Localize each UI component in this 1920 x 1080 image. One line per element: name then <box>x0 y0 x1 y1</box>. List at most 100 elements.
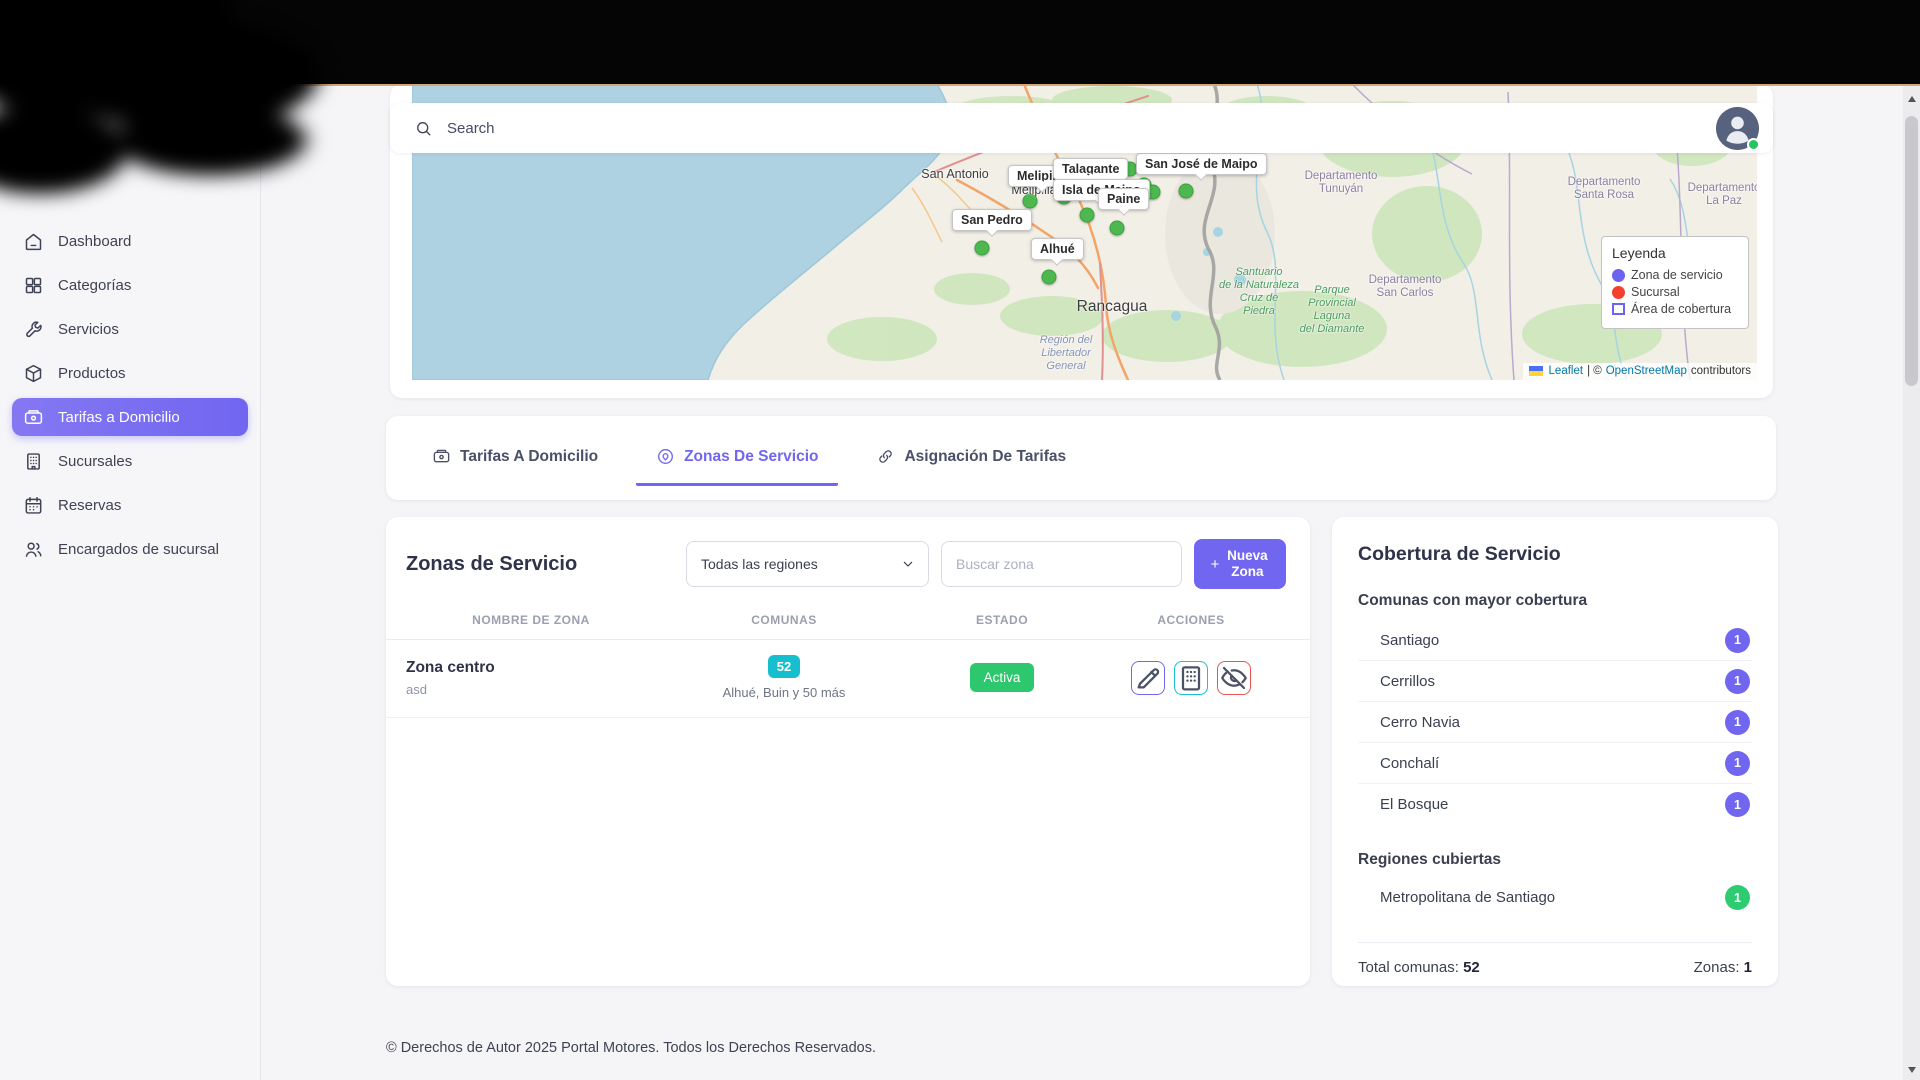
sidebar-item[interactable]: Servicios <box>0 307 260 351</box>
table-header: ACCIONES <box>1157 613 1225 627</box>
osm-link[interactable]: OpenStreetMap <box>1606 365 1687 377</box>
zone-name: Zona centro <box>406 658 495 676</box>
legend-item: Zona de servicio <box>1612 268 1738 282</box>
branch-zone-button[interactable] <box>1174 660 1208 695</box>
table-header: COMUNAS <box>751 613 817 627</box>
building-icon <box>23 451 44 472</box>
grid-icon <box>23 275 44 296</box>
scrollbar-thumb[interactable] <box>1905 116 1918 386</box>
online-status-dot <box>1747 137 1760 151</box>
zone-status-cell: Activa <box>912 663 1092 692</box>
map-place-label: Departamento San Carlos <box>1368 274 1442 299</box>
sidebar-item-label: Categorías <box>58 276 132 294</box>
total-zones: Zonas: 1 <box>1693 959 1752 976</box>
scroll-down-arrow[interactable] <box>1903 1061 1920 1078</box>
map-place-label: Región del Libertador General <box>1039 334 1093 372</box>
commune-name: Santiago <box>1380 631 1440 649</box>
sidebar-item[interactable]: Categorías <box>0 263 260 307</box>
map-place-label: Departamento La Paz <box>1687 182 1757 207</box>
search-icon <box>414 119 433 138</box>
map-tooltip-label: Alhué <box>1040 242 1075 256</box>
new-zone-button[interactable]: + Nueva Zona <box>1194 539 1286 589</box>
map-tooltip-label: San Pedro <box>961 213 1023 227</box>
map-marker[interactable] <box>1109 220 1125 236</box>
tab[interactable]: Zonas De Servicio <box>636 447 839 486</box>
tab-label: Tarifas A Domicilio <box>460 447 599 465</box>
zone-search-input[interactable] <box>941 541 1182 587</box>
tabs-card: Tarifas A Domicilio Zonas De Servicio As… <box>386 416 1776 500</box>
map-tooltip: Paine <box>1098 188 1150 210</box>
commune-name: Cerrillos <box>1380 672 1436 690</box>
coverage-totals: Total comunas: 52 Zonas: 1 <box>1358 942 1752 992</box>
map-tooltip: Alhué <box>1031 238 1084 260</box>
tab[interactable]: Asignación De Tarifas <box>856 447 1086 486</box>
copyright-footer: © Derechos de Autor 2025 Portal Motores.… <box>386 1040 876 1056</box>
sidebar-item[interactable]: Sucursales <box>0 439 260 483</box>
tab[interactable]: Tarifas A Domicilio <box>412 447 618 486</box>
sidebar-item-label: Servicios <box>58 320 119 338</box>
map-place-label: Departamento Tunuyán <box>1304 170 1378 195</box>
regions-heading: Regiones cubiertas <box>1358 851 1501 868</box>
ukraine-flag-icon <box>1528 366 1543 376</box>
pencil-icon <box>1132 662 1164 694</box>
users-icon <box>23 539 44 560</box>
region-count-badge: 1 <box>1725 885 1750 910</box>
zone-subtitle: asd <box>406 681 427 697</box>
map-tooltip-label: San José de Maipo <box>1145 157 1258 171</box>
map-legend: Leyenda Zona de servicio Sucursal Área d… <box>1601 236 1749 329</box>
map-place-label: Rancagua <box>1076 298 1148 315</box>
map-tooltip-label: Paine <box>1107 192 1141 206</box>
legend-title: Leyenda <box>1612 245 1666 261</box>
zones-header: Zonas de Servicio Todas las regiones + N… <box>386 517 1310 589</box>
search-input[interactable] <box>447 119 1716 137</box>
avatar[interactable] <box>1716 106 1760 151</box>
leaflet-link[interactable]: Leaflet <box>1549 365 1584 377</box>
zones-panel: Zonas de Servicio Todas las regiones + N… <box>386 517 1310 986</box>
commune-row: Conchalí 1 <box>1358 743 1752 784</box>
region-filter-select[interactable]: Todas las regiones <box>686 541 929 587</box>
sidebar-item-label: Encargados de sucursal <box>58 540 219 558</box>
sidebar-item-label: Reservas <box>58 496 122 514</box>
map-tooltip: San Pedro <box>952 209 1032 231</box>
zone-actions-cell <box>1092 660 1290 695</box>
commune-row: El Bosque 1 <box>1358 784 1752 825</box>
edit-zone-button[interactable] <box>1131 660 1165 695</box>
total-communes-value: 52 <box>1463 959 1480 976</box>
communes-heading: Comunas con mayor cobertura <box>1358 592 1588 609</box>
redacted-logo-smudge <box>0 0 330 245</box>
sidebar-item[interactable]: Tarifas a Domicilio <box>12 398 248 436</box>
commune-count-badge: 1 <box>1725 750 1750 776</box>
coverage-title: Cobertura de Servicio <box>1358 543 1561 565</box>
map-tooltip: San José de Maipo <box>1136 153 1267 175</box>
sidebar-item[interactable]: Productos <box>0 351 260 395</box>
table-header: NOMBRE DE ZONA <box>472 613 590 627</box>
pin-icon <box>656 447 675 466</box>
legend-label: Zona de servicio <box>1631 268 1723 282</box>
scroll-up-arrow[interactable] <box>1903 90 1920 107</box>
sidebar-item[interactable]: Encargados de sucursal <box>0 527 260 571</box>
wrench-icon <box>23 319 44 340</box>
map-marker[interactable] <box>974 240 990 256</box>
link-icon <box>876 447 895 466</box>
wallet-icon <box>432 447 451 466</box>
sidebar-item[interactable]: Reservas <box>0 483 260 527</box>
legend-item: Sucursal <box>1612 285 1738 299</box>
map-place-label: Santuario de la Naturaleza Cruz de Piedr… <box>1218 266 1300 317</box>
comunas-count-badge: 52 <box>767 655 801 678</box>
region-filter-value: Todas las regiones <box>701 556 818 572</box>
map-tooltip: Talagante <box>1053 158 1129 180</box>
box-icon <box>23 363 44 384</box>
zones-table: NOMBRE DE ZONA COMUNAS ESTADO ACCIONES Zona… <box>386 613 1310 718</box>
map-attribution: Leaflet | © OpenStreetMap contributors <box>1522 363 1757 380</box>
legend-swatch <box>1612 268 1625 282</box>
map-marker[interactable] <box>1079 207 1095 223</box>
map-marker[interactable] <box>1041 269 1057 285</box>
legend-swatch <box>1612 285 1625 299</box>
deactivate-zone-button[interactable] <box>1217 660 1251 695</box>
sidebar-nav: Dashboard Categorías Servicios Productos <box>0 219 260 571</box>
region-row: Metropolitana de Santiago 1 <box>1358 877 1752 918</box>
legend-label: Sucursal <box>1631 285 1680 299</box>
map-marker[interactable] <box>1178 183 1194 199</box>
zone-name-cell: Zona centro asd <box>406 659 656 697</box>
scrollbar[interactable] <box>1903 86 1920 1080</box>
